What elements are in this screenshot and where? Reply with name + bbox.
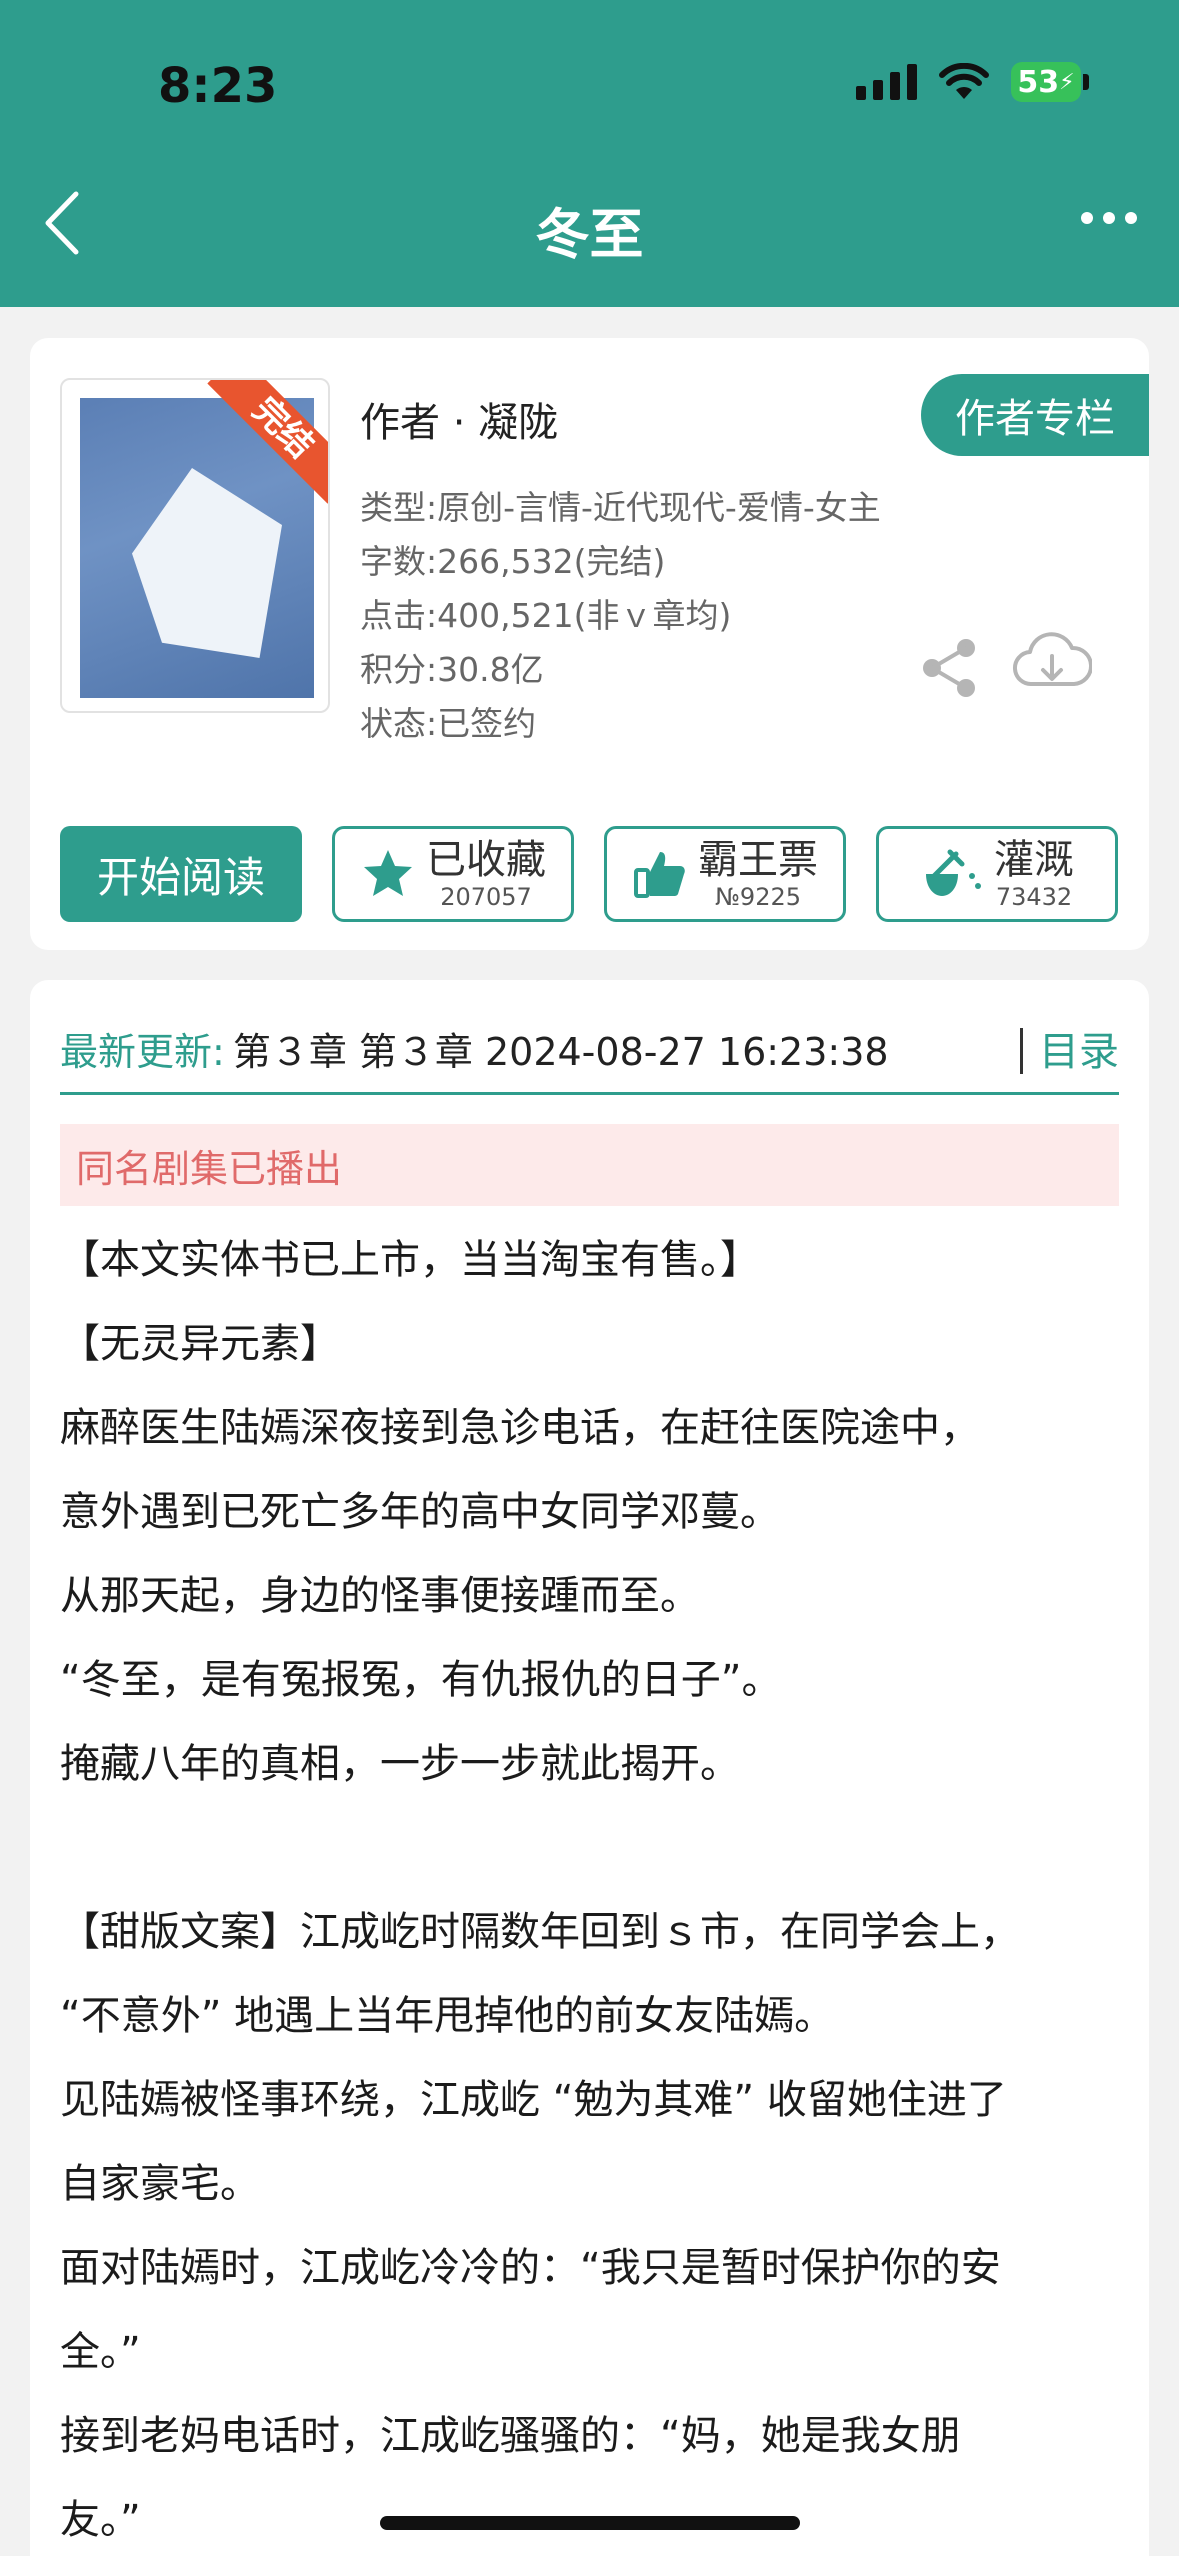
description-line: 【无灵异元素】 xyxy=(60,1321,340,1367)
share-icon[interactable] xyxy=(918,636,982,704)
divider xyxy=(1020,1028,1023,1074)
description-line: 面对陆嫣时，江成屹冷冷的：“我只是暂时保护你的安 xyxy=(60,2245,1001,2291)
book-meta: 类型:原创-言情-近代现代-爱情-女主 字数:266,532(完结) 点击:40… xyxy=(360,481,881,751)
description-line: 意外遇到已死亡多年的高中女同学邓蔓。 xyxy=(60,1489,780,1535)
description-line xyxy=(60,1806,1140,1890)
home-indicator[interactable] xyxy=(380,2516,800,2530)
description-line: 【甜版文案】江成屹时隔数年回到ｓ市，在同学会上， xyxy=(60,1909,1020,1955)
latest-update-label: 最新更新: xyxy=(60,1029,225,1074)
notice-banner: 同名剧集已播出 xyxy=(60,1124,1119,1206)
watering-can-icon xyxy=(926,849,981,896)
description-line: 麻醉医生陆嫣深夜接到急诊电话，在赶往医院途中， xyxy=(60,1405,980,1451)
update-underline xyxy=(60,1092,1119,1095)
action-buttons: 开始阅读 已收藏 207057 霸王票 №9225 灌溉 73432 xyxy=(60,826,1118,922)
wifi-icon xyxy=(939,63,989,101)
more-button[interactable] xyxy=(1081,212,1137,224)
author-column-button[interactable]: 作者专栏 xyxy=(921,374,1149,456)
description-line: 掩藏八年的真相，一步一步就此揭开。 xyxy=(60,1741,740,1787)
description-line: 自家豪宅。 xyxy=(60,2161,260,2207)
water-button[interactable]: 灌溉 73432 xyxy=(876,826,1118,922)
table-of-contents-link[interactable]: 目录 xyxy=(1039,1019,1119,1077)
favorite-count: 207057 xyxy=(440,883,532,911)
meta-word-count: 字数:266,532(完结) xyxy=(360,542,666,581)
latest-update[interactable]: 最新更新: 第３章 第３章 2024-08-27 16:23:38 目录 xyxy=(60,1012,1119,1084)
description-line: 全。” xyxy=(60,2329,141,2375)
book-content-card: 最新更新: 第３章 第３章 2024-08-27 16:23:38 目录 同名剧… xyxy=(30,980,1149,2556)
meta-score: 积分:30.8亿 xyxy=(360,650,544,689)
app-header: 8:23 53 ⚡ 冬至 xyxy=(0,0,1179,307)
description-line: “冬至，是有冤报冤，有仇报仇的日子”。 xyxy=(60,1657,782,1703)
favorite-button[interactable]: 已收藏 207057 xyxy=(332,826,574,922)
meta-status: 状态:已签约 xyxy=(360,704,537,743)
description-line: 见陆嫣被怪事环绕，江成屹 “勉为其难” 收留她住进了 xyxy=(60,2077,1007,2123)
ticket-label: 霸王票 xyxy=(698,837,818,883)
description-line: 【本文实体书已上市，当当淘宝有售。】 xyxy=(60,1237,760,1283)
author-name[interactable]: 作者 · 凝陇 xyxy=(360,390,558,448)
thumbs-up-icon xyxy=(634,852,685,898)
status-time: 8:23 xyxy=(158,58,278,114)
book-info-card: 完结 作者 · 凝陇 作者专栏 类型:原创-言情-近代现代-爱情-女主 字数:2… xyxy=(30,338,1149,950)
page-title: 冬至 xyxy=(535,203,644,266)
latest-update-text[interactable]: 第３章 第３章 2024-08-27 16:23:38 xyxy=(233,1021,889,1076)
cover-tree-shape xyxy=(132,468,282,658)
battery-level: 53 xyxy=(1017,64,1060,100)
status-icons: 53 ⚡ xyxy=(856,62,1089,102)
description-line: “不意外” 地遇上当年甩掉他的前女友陆嫣。 xyxy=(60,1993,835,2039)
battery-icon: 53 ⚡ xyxy=(1011,62,1089,102)
description-line: 从那天起，身边的怪事便接踵而至。 xyxy=(60,1573,700,1619)
more-dot-icon xyxy=(1103,212,1115,224)
favorite-label: 已收藏 xyxy=(426,837,546,883)
water-label: 灌溉 xyxy=(994,837,1074,883)
meta-genre: 类型:原创-言情-近代现代-爱情-女主 xyxy=(360,488,881,527)
water-count: 73432 xyxy=(995,883,1073,911)
more-dot-icon xyxy=(1081,212,1093,224)
ticket-count: №9225 xyxy=(714,883,802,911)
meta-clicks: 点击:400,521(非ｖ章均) xyxy=(360,596,732,635)
download-icon[interactable] xyxy=(1012,628,1094,702)
ticket-button[interactable]: 霸王票 №9225 xyxy=(604,826,846,922)
signal-icon xyxy=(856,64,917,100)
book-cover[interactable]: 完结 xyxy=(60,378,330,713)
more-dot-icon xyxy=(1125,212,1137,224)
start-reading-button[interactable]: 开始阅读 xyxy=(60,826,302,922)
description-line: 接到老妈电话时，江成屹骚骚的：“妈，她是我女朋 xyxy=(60,2413,961,2459)
star-icon xyxy=(364,850,412,896)
book-description: 【本文实体书已上市，当当淘宝有售。】 【无灵异元素】 麻醉医生陆嫣深夜接到急诊电… xyxy=(60,1218,1140,2556)
